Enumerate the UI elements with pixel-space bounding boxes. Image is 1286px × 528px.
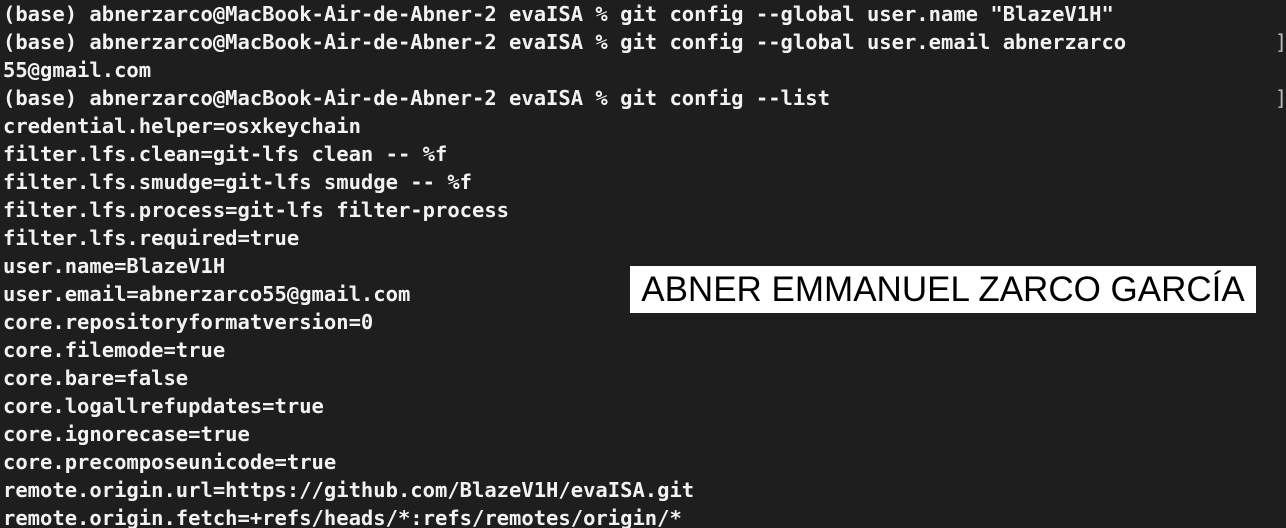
terminal-line-output: core.ignorecase=true — [3, 422, 250, 446]
terminal-line-output: core.precomposeunicode=true — [3, 450, 337, 474]
terminal-line-command-user-email: (base) abnerzarco@MacBook-Air-de-Abner-2… — [3, 30, 1127, 54]
terminal-line-output: core.logallrefupdates=true — [3, 394, 324, 418]
terminal-line-command-user-name: (base) abnerzarco@MacBook-Air-de-Abner-2… — [3, 2, 1114, 26]
terminal-line-output: remote.origin.fetch=+refs/heads/*:refs/r… — [3, 506, 682, 528]
terminal-line-output: filter.lfs.clean=git-lfs clean -- %f — [3, 142, 448, 166]
terminal-window[interactable]: (base) abnerzarco@MacBook-Air-de-Abner-2… — [0, 0, 1286, 528]
terminal-line-output: filter.lfs.smudge=git-lfs smudge -- %f — [3, 170, 472, 194]
terminal-line-output: remote.origin.url=https://github.com/Bla… — [3, 478, 695, 502]
terminal-line-command-list: (base) abnerzarco@MacBook-Air-de-Abner-2… — [3, 86, 830, 110]
terminal-line-output: core.repositoryformatversion=0 — [3, 310, 374, 334]
terminal-line-output: filter.lfs.process=git-lfs filter-proces… — [3, 198, 510, 222]
terminal-line-output: filter.lfs.required=true — [3, 226, 300, 250]
terminal-line-output: user.email=abnerzarco55@gmail.com — [3, 282, 411, 306]
terminal-line-output: core.filemode=true — [3, 338, 226, 362]
terminal-line-output: core.bare=false — [3, 366, 189, 390]
terminal-line-output: credential.helper=osxkeychain — [3, 114, 361, 138]
terminal-line-email-continuation: 55@gmail.com — [3, 58, 152, 82]
author-name-label: ABNER EMMANUEL ZARCO GARCÍA — [630, 266, 1256, 313]
line-wrap-marker: ] — [1275, 30, 1286, 54]
terminal-line-output: user.name=BlazeV1H — [3, 254, 226, 278]
line-wrap-marker: ] — [1275, 86, 1286, 110]
